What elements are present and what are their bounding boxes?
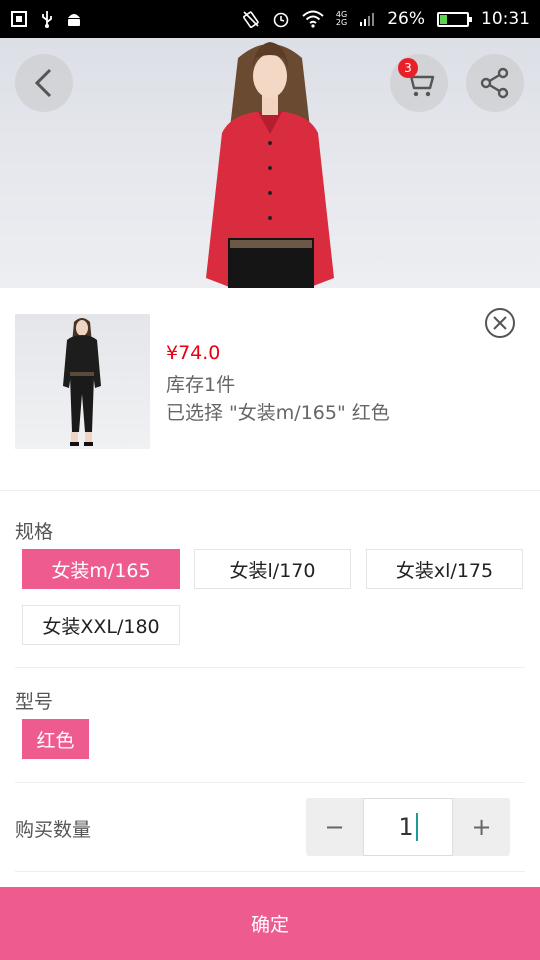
selected-variant: 已选择 "女装m/165" 红色 bbox=[166, 402, 390, 424]
share-button[interactable] bbox=[466, 54, 524, 112]
spec-option[interactable]: 女装m/165 bbox=[22, 549, 180, 589]
cart-button[interactable]: 3 bbox=[390, 54, 448, 112]
increase-button[interactable]: + bbox=[453, 798, 510, 856]
network-type: 4G 2G bbox=[336, 11, 347, 27]
screenshot-icon bbox=[10, 10, 28, 28]
spec-title: 规格 bbox=[15, 521, 54, 543]
status-left bbox=[10, 10, 82, 28]
divider bbox=[15, 667, 525, 668]
close-icon bbox=[493, 316, 507, 330]
android-icon bbox=[66, 10, 82, 28]
product-stock: 库存1件 bbox=[166, 374, 236, 396]
product-hero-image: 3 bbox=[0, 38, 540, 288]
quantity-value: 1 bbox=[398, 813, 414, 841]
status-right: 4G 2G 26% 10:31 bbox=[242, 9, 530, 29]
status-bar: 4G 2G 26% 10:31 bbox=[0, 0, 540, 38]
confirm-button[interactable]: 确定 bbox=[0, 887, 540, 960]
alarm-icon bbox=[272, 10, 290, 28]
signal-icon bbox=[359, 11, 375, 27]
clock: 10:31 bbox=[481, 9, 530, 29]
model-option[interactable]: 红色 bbox=[22, 719, 89, 759]
battery-percent: 26% bbox=[387, 9, 425, 29]
product-thumbnail bbox=[15, 314, 150, 449]
decrease-button[interactable]: − bbox=[306, 798, 363, 856]
back-icon bbox=[34, 68, 52, 98]
thumbnail-photo bbox=[63, 318, 101, 446]
model-photo bbox=[206, 42, 334, 288]
cart-count-badge: 3 bbox=[398, 58, 418, 78]
quantity-stepper: − 1 + bbox=[306, 798, 510, 856]
spec-option[interactable]: 女装l/170 bbox=[194, 549, 351, 589]
rotate-icon bbox=[242, 10, 260, 28]
share-icon bbox=[480, 67, 509, 99]
quantity-label: 购买数量 bbox=[15, 819, 92, 841]
battery-level bbox=[440, 14, 447, 24]
network-bottom-label: 2G bbox=[335, 18, 348, 27]
divider bbox=[15, 782, 525, 783]
divider bbox=[0, 490, 540, 491]
close-button[interactable] bbox=[485, 308, 515, 338]
spec-option[interactable]: 女装xl/175 bbox=[366, 549, 523, 589]
text-cursor bbox=[415, 813, 418, 841]
spec-option[interactable]: 女装XXL/180 bbox=[22, 605, 180, 645]
usb-icon bbox=[40, 10, 54, 28]
product-price: ¥74.0 bbox=[166, 342, 221, 364]
quantity-input[interactable]: 1 bbox=[363, 798, 453, 856]
wifi-icon bbox=[302, 10, 324, 28]
battery-icon bbox=[437, 11, 472, 27]
product-summary: ¥74.0 库存1件 已选择 "女装m/165" 红色 bbox=[0, 288, 540, 490]
model-title: 型号 bbox=[15, 691, 54, 713]
divider bbox=[15, 871, 525, 872]
back-button[interactable] bbox=[15, 54, 73, 112]
